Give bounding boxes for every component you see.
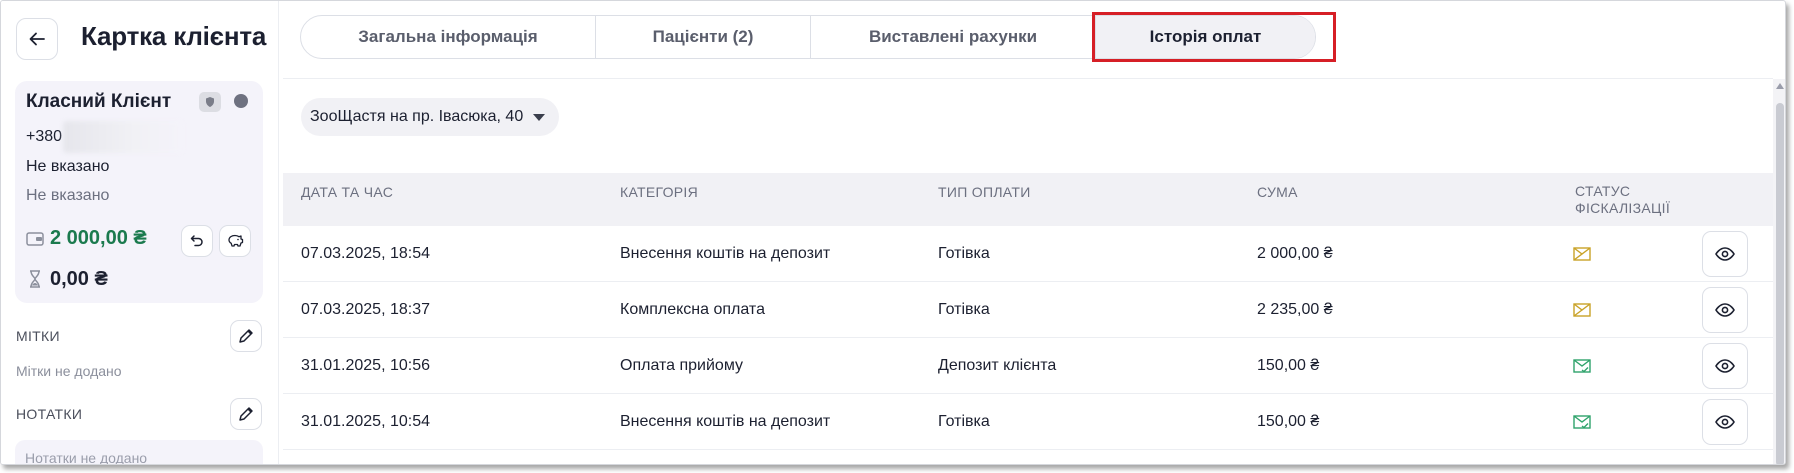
cell-datetime: 07.03.2025, 18:37 bbox=[301, 301, 431, 318]
arrow-left-icon bbox=[29, 32, 45, 46]
cell-amount: 150,00 ₴ bbox=[1257, 357, 1320, 374]
notes-empty: Нотатки не додано bbox=[25, 450, 148, 465]
client-sidebar: Картка клієнта Класний Клієнт +380 Не вк… bbox=[1, 1, 279, 465]
client-debt: 0,00 ₴ bbox=[50, 268, 108, 290]
mail-check-icon bbox=[1573, 415, 1591, 429]
eye-icon bbox=[1715, 247, 1735, 261]
tab-invoices[interactable]: Виставлені рахунки bbox=[811, 16, 1096, 58]
header-divider bbox=[283, 78, 1773, 79]
page-title: Картка клієнта bbox=[81, 21, 267, 51]
notes-box[interactable]: Нотатки не додано bbox=[15, 440, 263, 465]
notes-label: НОТАТКИ bbox=[16, 406, 83, 422]
table-header: ДАТА ТА ЧАС КАТЕГОРІЯ ТИП ОПЛАТИ СУМА СТ… bbox=[283, 173, 1773, 226]
pencil-icon bbox=[239, 407, 253, 421]
client-phone: +380 bbox=[26, 128, 63, 145]
clinic-select[interactable]: ЗооЩастя на пр. Івасюка, 40 bbox=[301, 98, 559, 136]
caret-down-icon bbox=[533, 114, 545, 121]
cell-payment-type: Депозит клієнта bbox=[938, 357, 1057, 374]
tab-patients[interactable]: Пацієнти (2) bbox=[596, 16, 811, 58]
tab-general-info[interactable]: Загальна інформація bbox=[301, 16, 596, 58]
undo-icon bbox=[190, 235, 203, 247]
client-field-1: Не вказано bbox=[26, 158, 110, 175]
cell-datetime: 31.01.2025, 10:56 bbox=[301, 357, 431, 374]
client-balance: 2 000,00 ₴ bbox=[50, 227, 147, 249]
table-row: 07.03.2025, 18:54 Внесення коштів на деп… bbox=[283, 226, 1773, 282]
cell-payment-type: Готівка bbox=[938, 413, 990, 430]
pencil-icon bbox=[239, 329, 253, 343]
view-button[interactable] bbox=[1702, 399, 1748, 445]
cell-category: Оплата прийому bbox=[620, 357, 743, 374]
column-category: КАТЕГОРІЯ bbox=[620, 184, 699, 200]
table-row: 07.03.2025, 18:37 Комплексна оплата Готі… bbox=[283, 282, 1773, 338]
status-dot bbox=[234, 94, 248, 108]
view-button[interactable] bbox=[1702, 231, 1748, 277]
cell-amount: 2 235,00 ₴ bbox=[1257, 301, 1333, 318]
column-fiscal-status-line1: СТАТУС bbox=[1575, 183, 1631, 199]
column-datetime: ДАТА ТА ЧАС bbox=[301, 184, 394, 200]
cell-amount: 150,00 ₴ bbox=[1257, 413, 1320, 430]
mail-crossed-icon bbox=[1573, 303, 1591, 317]
shield-icon bbox=[199, 92, 221, 112]
eye-icon bbox=[1715, 359, 1735, 373]
back-button[interactable] bbox=[16, 18, 58, 60]
client-name: Класний Клієнт bbox=[26, 91, 172, 112]
table-row: 31.01.2025, 10:54 Внесення коштів на деп… bbox=[283, 394, 1773, 450]
cell-category: Внесення коштів на депозит bbox=[620, 245, 831, 262]
cell-category: Внесення коштів на депозит bbox=[620, 413, 831, 430]
edit-notes-button[interactable] bbox=[230, 398, 262, 430]
cell-amount: 2 000,00 ₴ bbox=[1257, 245, 1333, 262]
cell-datetime: 31.01.2025, 10:54 bbox=[301, 413, 431, 430]
scroll-up-arrow-icon[interactable] bbox=[1776, 83, 1784, 89]
eye-icon bbox=[1715, 415, 1735, 429]
table-row: 31.01.2025, 10:56 Оплата прийому Депозит… bbox=[283, 338, 1773, 394]
hourglass-icon bbox=[30, 270, 40, 288]
column-fiscal-status: СТАТУС ФІСКАЛІЗАЦІЇ bbox=[1575, 183, 1670, 217]
cell-category: Комплексна оплата bbox=[620, 301, 765, 318]
mail-check-icon bbox=[1573, 359, 1591, 373]
column-payment-type: ТИП ОПЛАТИ bbox=[938, 184, 1031, 200]
phone-redacted bbox=[63, 121, 183, 153]
tags-empty: Мітки не додано bbox=[16, 363, 122, 379]
refund-button[interactable] bbox=[181, 225, 213, 257]
client-summary-card: Класний Клієнт +380 Не вказано Не вказан… bbox=[15, 81, 263, 303]
column-fiscal-status-line2: ФІСКАЛІЗАЦІЇ bbox=[1575, 200, 1671, 216]
app-window: Картка клієнта Класний Клієнт +380 Не вк… bbox=[0, 0, 1786, 465]
piggy-bank-icon bbox=[228, 234, 244, 247]
cell-datetime: 07.03.2025, 18:54 bbox=[301, 245, 431, 262]
cell-payment-type: Готівка bbox=[938, 245, 990, 262]
tags-label: МІТКИ bbox=[16, 328, 60, 344]
client-field-2: Не вказано bbox=[26, 187, 110, 204]
cell-payment-type: Готівка bbox=[938, 301, 990, 318]
tab-highlight-annotation bbox=[1092, 12, 1336, 62]
scrollbar-thumb[interactable] bbox=[1776, 103, 1784, 464]
mail-crossed-icon bbox=[1573, 247, 1591, 261]
clinic-select-value: ЗооЩастя на пр. Івасюка, 40 bbox=[310, 108, 524, 125]
view-button[interactable] bbox=[1702, 287, 1748, 333]
column-amount: СУМА bbox=[1257, 184, 1298, 200]
view-button[interactable] bbox=[1702, 343, 1748, 389]
deposit-button[interactable] bbox=[219, 225, 251, 257]
edit-tags-button[interactable] bbox=[230, 320, 262, 352]
eye-icon bbox=[1715, 303, 1735, 317]
wallet-icon bbox=[26, 232, 44, 246]
